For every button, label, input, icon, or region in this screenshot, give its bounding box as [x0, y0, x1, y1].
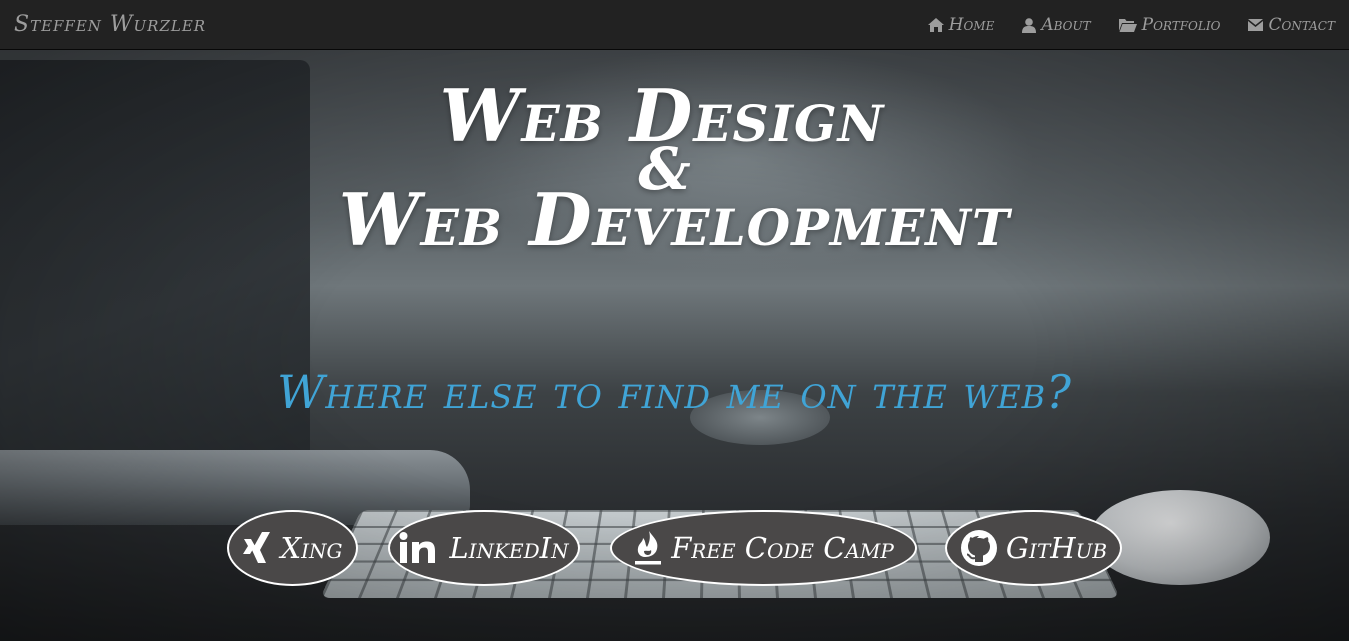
hero-title-line2: Web Development: [338, 177, 1011, 262]
user-icon: [1022, 17, 1037, 33]
nav-link-contact-label: Contact: [1268, 15, 1335, 35]
nav-link-about-label: About: [1041, 15, 1091, 35]
linkedin-label: LinkedIn: [449, 531, 569, 565]
linkedin-icon: [399, 532, 441, 564]
github-button[interactable]: GitHub: [945, 510, 1122, 586]
free-code-camp-button[interactable]: Free Code Camp: [610, 510, 917, 586]
envelope-icon: [1248, 19, 1264, 31]
nav-link-portfolio-label: Portfolio: [1141, 15, 1221, 35]
nav-link-contact[interactable]: Contact: [1248, 15, 1335, 35]
free-code-camp-icon: [633, 529, 663, 567]
xing-label: Xing: [280, 531, 343, 565]
social-links: Xing LinkedIn Free Code Camp GitHub: [0, 510, 1349, 590]
nav-link-about[interactable]: About: [1022, 15, 1091, 35]
xing-icon: [242, 532, 272, 564]
hero-section: Web Design & Web Development Where else …: [0, 50, 1349, 641]
nav-link-home[interactable]: Home: [927, 15, 995, 35]
hero-subtitle: Where else to find me on the web?: [277, 365, 1072, 419]
github-label: GitHub: [1005, 531, 1108, 565]
home-icon: [927, 18, 944, 32]
navbar: Steffen Wurzler Home About Portfolio Con…: [0, 0, 1349, 50]
xing-button[interactable]: Xing: [227, 510, 358, 586]
hero-title: Web Design & Web Development: [0, 80, 1349, 256]
folder-open-icon: [1118, 18, 1137, 32]
brand-link[interactable]: Steffen Wurzler: [14, 12, 206, 37]
free-code-camp-label: Free Code Camp: [671, 531, 894, 565]
linkedin-button[interactable]: LinkedIn: [388, 510, 580, 586]
github-icon: [960, 529, 998, 567]
nav-link-portfolio[interactable]: Portfolio: [1118, 15, 1221, 35]
nav-links: Home About Portfolio Contact: [927, 0, 1335, 50]
nav-link-home-label: Home: [948, 15, 995, 35]
